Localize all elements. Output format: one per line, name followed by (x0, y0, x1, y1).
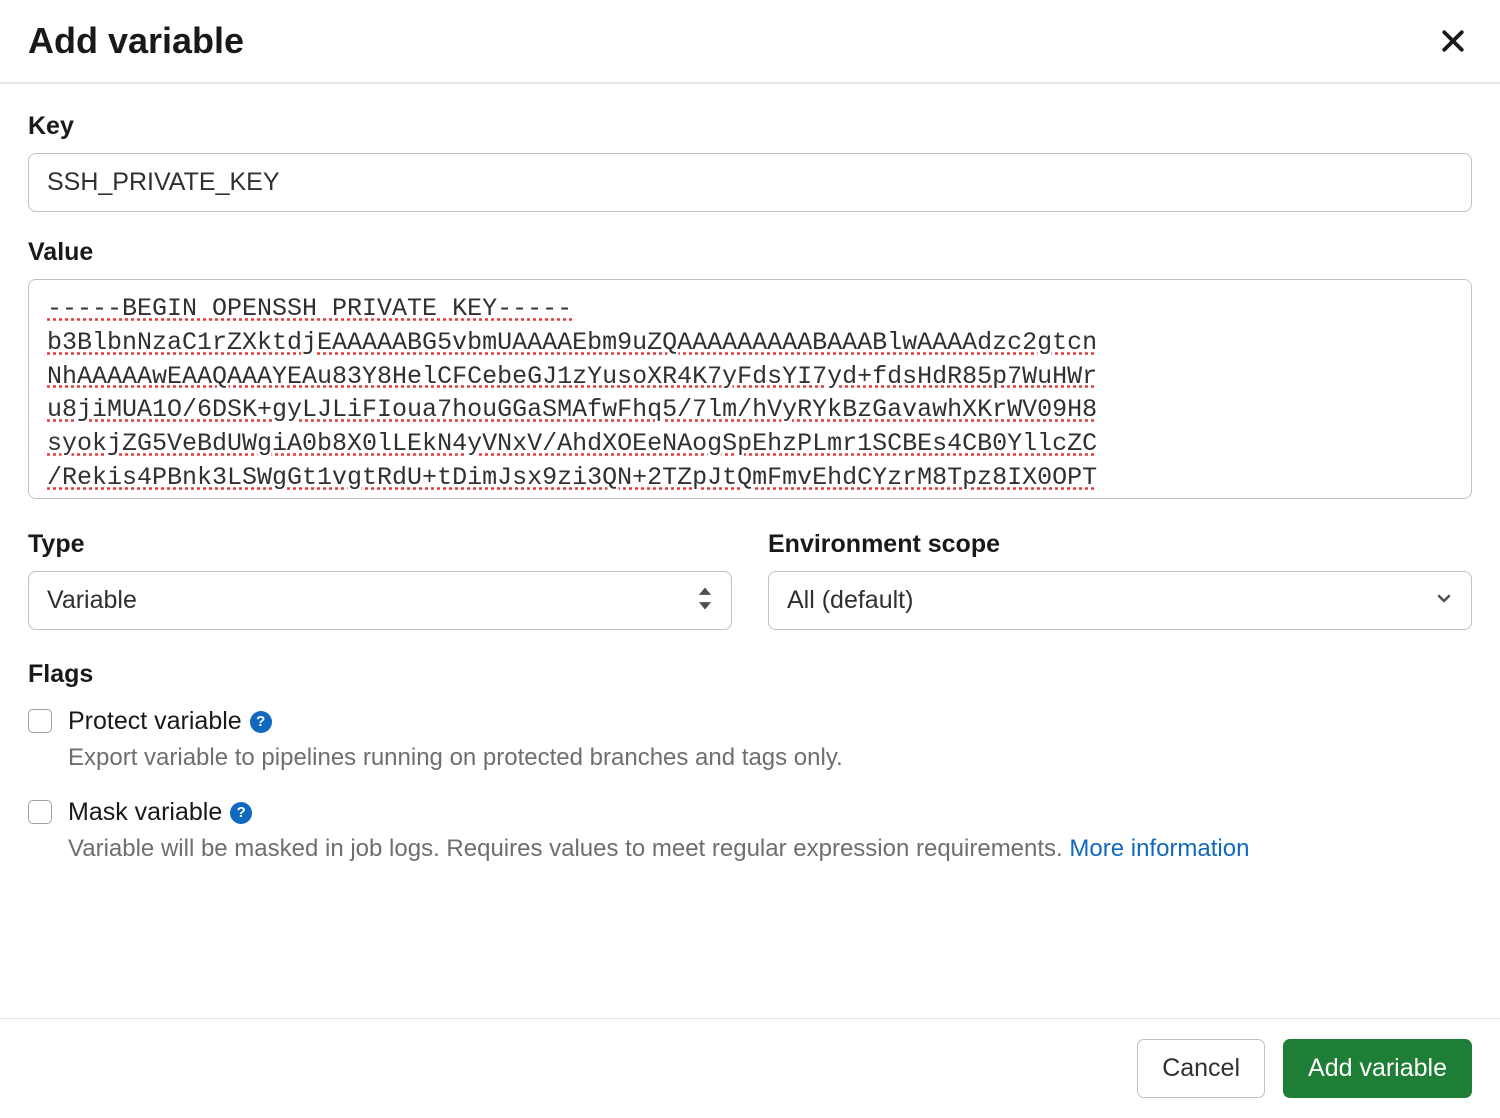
scope-select[interactable]: All (default) (768, 571, 1472, 630)
help-icon[interactable]: ? (230, 802, 252, 824)
help-icon[interactable]: ? (250, 711, 272, 733)
protect-variable-description: Export variable to pipelines running on … (68, 744, 1472, 772)
protect-variable-row: Protect variable ? Export variable to pi… (28, 707, 1472, 772)
key-label: Key (28, 112, 1472, 141)
mask-variable-row: Mask variable ? Variable will be masked … (28, 798, 1472, 863)
type-group: Type Variable (28, 530, 732, 630)
key-input[interactable] (28, 153, 1472, 212)
type-scope-row: Type Variable Environment scope All (def… (28, 530, 1472, 630)
value-label: Value (28, 238, 1472, 267)
protect-variable-label: Protect variable (68, 707, 242, 736)
modal-footer: Cancel Add variable (0, 1018, 1500, 1118)
modal-title: Add variable (28, 20, 244, 62)
type-select[interactable]: Variable (28, 571, 732, 630)
type-label: Type (28, 530, 732, 559)
modal-body: Key Value -----BEGIN OPENSSH PRIVATE KEY… (0, 84, 1500, 1018)
add-variable-button[interactable]: Add variable (1283, 1039, 1472, 1098)
mask-variable-label: Mask variable (68, 798, 222, 827)
modal-header: Add variable (0, 0, 1500, 84)
mask-variable-checkbox[interactable] (28, 800, 52, 824)
mask-variable-description: Variable will be masked in job logs. Req… (68, 835, 1472, 863)
flags-section: Flags Protect variable ? Export variable… (28, 660, 1472, 863)
scope-label: Environment scope (768, 530, 1472, 559)
protect-variable-checkbox[interactable] (28, 709, 52, 733)
close-icon (1438, 44, 1468, 59)
value-textarea[interactable]: -----BEGIN OPENSSH PRIVATE KEY----- b3Bl… (28, 279, 1472, 499)
key-group: Key (28, 112, 1472, 212)
scope-group: Environment scope All (default) (768, 530, 1472, 630)
close-button[interactable] (1434, 22, 1472, 60)
add-variable-modal: Add variable Key Value -----BEGIN OPENSS… (0, 0, 1500, 1118)
cancel-button[interactable]: Cancel (1137, 1039, 1265, 1098)
more-information-link[interactable]: More information (1069, 835, 1249, 862)
flags-title: Flags (28, 660, 1472, 689)
value-group: Value -----BEGIN OPENSSH PRIVATE KEY----… (28, 238, 1472, 504)
